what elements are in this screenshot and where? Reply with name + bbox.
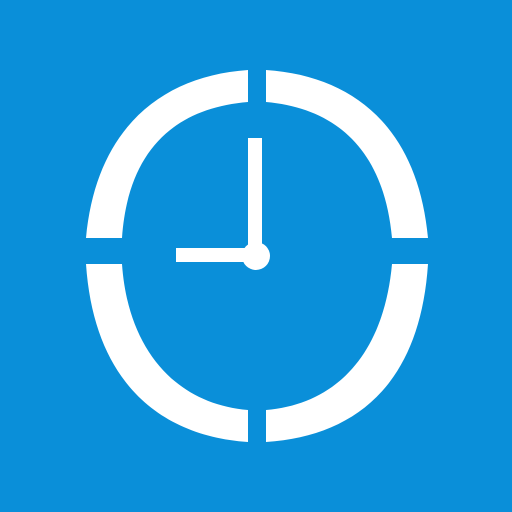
clock-face-segment-top-left: [86, 70, 248, 238]
clock-face-segment-bottom-left: [86, 264, 248, 442]
clock-center-pin: [242, 242, 270, 270]
clock-icon: [86, 70, 428, 442]
clock-app-icon[interactable]: [0, 0, 512, 512]
clock-face-segment-top-right: [266, 70, 428, 238]
clock-hands: [176, 138, 270, 270]
clock-face-segment-bottom-right: [266, 264, 428, 442]
clock-minute-hand: [248, 138, 262, 258]
